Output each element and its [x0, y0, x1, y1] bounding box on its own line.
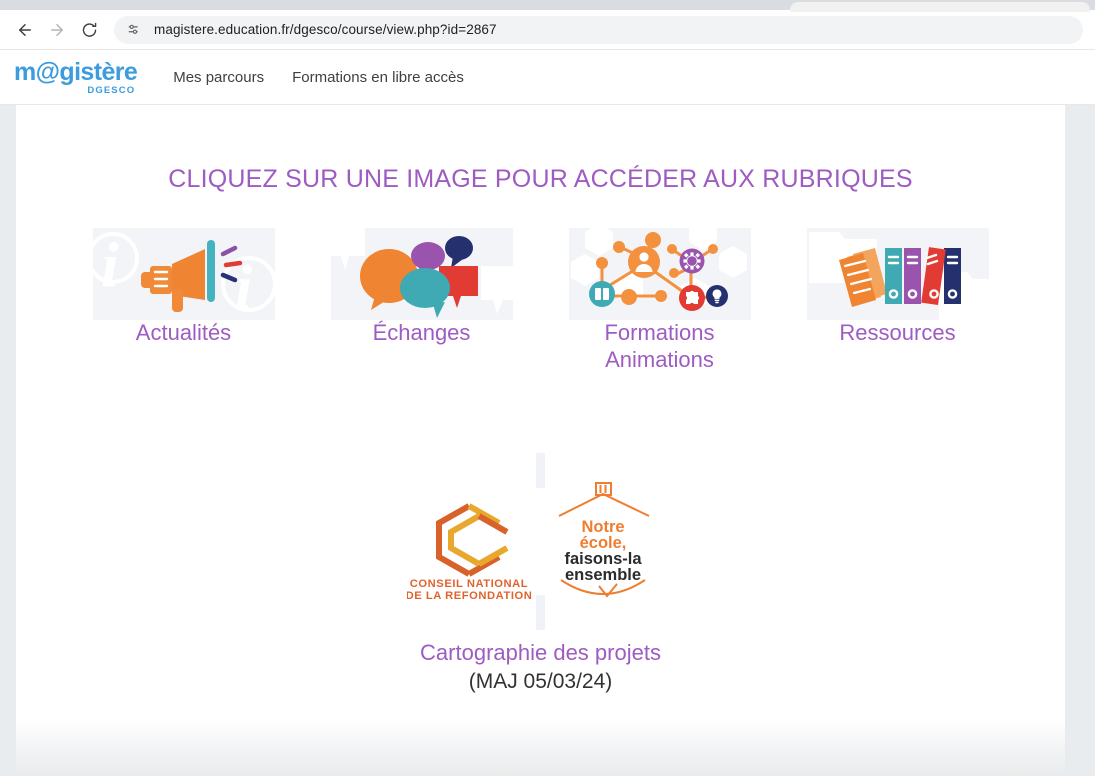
- tile-actualites[interactable]: i i Actualités: [92, 228, 275, 347]
- reload-button[interactable]: [74, 15, 104, 45]
- tab-strip: [0, 0, 1095, 12]
- tile-label-formations-animations: Formations Animations: [604, 320, 715, 372]
- forward-arrow-icon: [51, 23, 63, 36]
- tile-ressources[interactable]: Ressources: [806, 228, 989, 347]
- address-bar[interactable]: magistere.education.fr/dgesco/course/vie…: [114, 15, 1083, 44]
- cartographie-image-frame: CONSEIL NATIONAL DE LA REFONDATION Notre…: [406, 452, 675, 630]
- background-tab[interactable]: [790, 2, 1090, 12]
- tile-label-ressources: Ressources: [839, 320, 956, 345]
- url-text: magistere.education.fr/dgesco/course/vie…: [154, 22, 497, 37]
- site-settings-button[interactable]: [124, 20, 144, 40]
- page-title: CLIQUEZ SUR UNE IMAGE POUR ACCÉDER AUX R…: [168, 165, 913, 193]
- back-button[interactable]: [10, 15, 40, 45]
- binders-documents-icon: [806, 228, 989, 320]
- nav-link-formations-libre-acces[interactable]: Formations en libre accès: [292, 69, 464, 86]
- course-content-card: CLIQUEZ SUR UNE IMAGE POUR ACCÉDER AUX R…: [16, 105, 1065, 776]
- cartographie-des-projets-link[interactable]: CONSEIL NATIONAL DE LA REFONDATION Notre…: [406, 452, 675, 695]
- nav-link-mes-parcours[interactable]: Mes parcours: [173, 69, 264, 86]
- speech-bubbles-icon: [330, 228, 513, 320]
- forward-button[interactable]: [42, 15, 72, 45]
- reload-icon: [82, 22, 96, 37]
- cartographie-subtitle: (MAJ 05/03/24): [468, 670, 613, 694]
- tile-label-echanges: Échanges: [372, 320, 471, 345]
- back-arrow-icon: [19, 23, 31, 36]
- magistere-logo[interactable]: m@gistère DGESCO: [14, 57, 138, 96]
- cnr-logo-container: CONSEIL NATIONAL DE LA REFONDATION Notre…: [406, 479, 675, 604]
- tile-thumbnail-ressources: [806, 228, 989, 320]
- browser-window: magistere.education.fr/dgesco/course/vie…: [0, 0, 1095, 776]
- course-content: CLIQUEZ SUR UNE IMAGE POUR ACCÉDER AUX R…: [16, 105, 1065, 694]
- site-header: m@gistère DGESCO Mes parcours Formations…: [0, 51, 1095, 105]
- tile-formations-animations[interactable]: Formations Animations: [568, 228, 751, 374]
- browser-toolbar: magistere.education.fr/dgesco/course/vie…: [0, 10, 1095, 50]
- tile-thumbnail-echanges: [330, 228, 513, 320]
- site-settings-sliders-icon: [128, 24, 138, 34]
- cnr-label-line1: CONSEIL NATIONAL: [409, 578, 527, 590]
- logo-subtitle: DGESCO: [87, 84, 136, 96]
- main-nav: Mes parcours Formations en libre accès: [173, 69, 464, 86]
- page-viewport: m@gistère DGESCO Mes parcours Formations…: [0, 51, 1095, 776]
- rubrique-tiles: i i Actualités Échanges Formations Anima…: [16, 228, 1065, 374]
- cartographie-title: Cartographie des projets: [420, 639, 661, 665]
- slogan-line-4: ensemble: [564, 566, 640, 584]
- megaphone-icon: i i: [92, 228, 275, 320]
- svg-text:i: i: [101, 229, 119, 300]
- tile-echanges[interactable]: Échanges: [330, 228, 513, 347]
- cnr-label-line2: DE LA REFONDATION: [407, 590, 532, 602]
- logo-wordmark: m@gistère: [14, 57, 138, 86]
- page-background: CLIQUEZ SUR UNE IMAGE POUR ACCÉDER AUX R…: [0, 105, 1095, 776]
- tile-thumbnail-actualites: i i: [92, 228, 275, 320]
- tile-thumbnail-formations: [568, 228, 751, 320]
- network-nodes-icon: [568, 228, 751, 320]
- tile-label-actualites: Actualités: [135, 320, 232, 345]
- cnr-logo-icon: CONSEIL NATIONAL DE LA REFONDATION Notre…: [407, 481, 649, 602]
